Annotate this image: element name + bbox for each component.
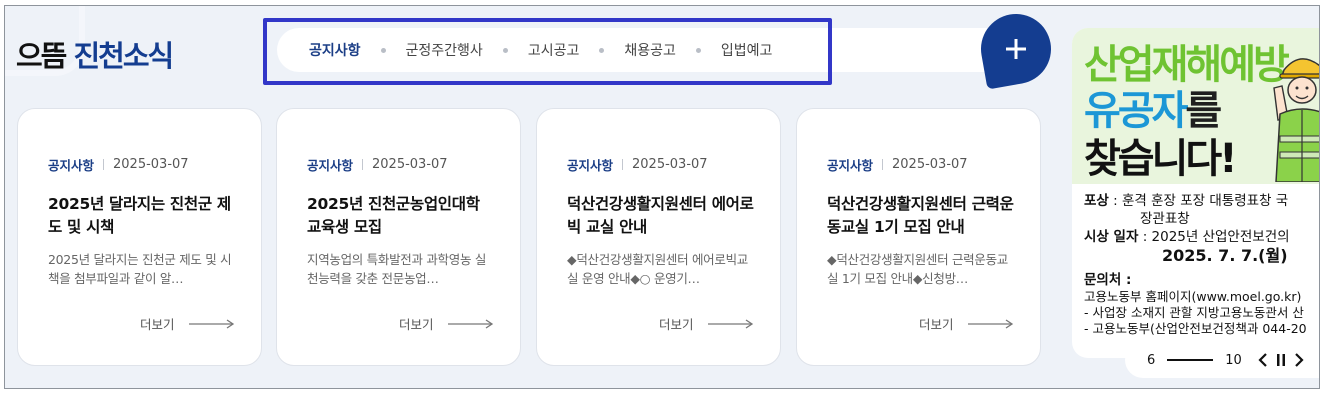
- banner-slider-controls: 6 10: [1125, 342, 1319, 378]
- ceremony-label: 시상 일자: [1084, 229, 1139, 245]
- more-label: 더보기: [399, 317, 434, 332]
- card-description: ◆덕산건강생활지원센터 근력운동교실 1기 모집 안내◆신청방…: [827, 252, 1008, 286]
- pause-icon: [1276, 354, 1285, 366]
- meta-divider: [622, 159, 624, 170]
- award-text-2: 장관표창: [1140, 211, 1190, 227]
- arrow-right-icon: [447, 318, 493, 329]
- card-more-link[interactable]: 더보기: [399, 314, 494, 333]
- card-title[interactable]: 2025년 진천군농업인대학 교육생 모집: [307, 193, 497, 239]
- card-date: 2025-03-07: [372, 157, 448, 172]
- ceremony-text: : 2025년 산업안전보건의: [1142, 229, 1290, 245]
- banner-headline-3: 찾습니다!: [1084, 136, 1237, 182]
- arrow-right-icon: [188, 318, 234, 329]
- arrow-right-icon: [707, 318, 753, 329]
- meta-divider: [103, 159, 105, 170]
- card-category: 공지사항: [567, 158, 614, 173]
- more-news-button[interactable]: [975, 8, 1057, 90]
- section-title-plain: 으뜸: [16, 39, 67, 73]
- worker-illustration-icon: [1273, 58, 1319, 182]
- section-title: 으뜸 진천소식: [16, 33, 174, 75]
- more-label: 더보기: [659, 317, 694, 332]
- contact-label: 문의처 :: [1084, 272, 1132, 288]
- more-label: 더보기: [140, 317, 175, 332]
- card-date: 2025-03-07: [113, 157, 189, 172]
- slide-progress-bar: [1167, 359, 1214, 361]
- card-description: 지역농업의 특화발전과 과학영농 실천능력을 갖춘 전문농업…: [307, 252, 487, 286]
- news-card[interactable]: 공지사항 2025-03-07 덕산건강생활지원센터 에어로빅 교실 안내 ◆덕…: [536, 108, 781, 366]
- contact-line-1: 고용노동부 홈페이지(www.moel.go.kr): [1084, 289, 1302, 304]
- prev-slide-button[interactable]: [1258, 353, 1268, 367]
- banner-headline-area: 산업재해예방 유공자를 찾습니다!: [1072, 28, 1319, 184]
- meta-divider: [882, 159, 884, 170]
- card-date: 2025-03-07: [892, 157, 968, 172]
- section-title-accent: 진천소식: [73, 39, 174, 73]
- chevron-left-icon: [1258, 353, 1267, 367]
- pause-slide-button[interactable]: [1276, 353, 1286, 367]
- tab-bar-highlight-box: [263, 18, 832, 85]
- meta-divider: [362, 159, 364, 170]
- plus-icon: [1006, 39, 1026, 59]
- ceremony-date: 2025. 7. 7.(월): [1162, 246, 1288, 265]
- news-card[interactable]: 공지사항 2025-03-07 2025년 달라지는 진천군 제도 및 시책 2…: [17, 108, 262, 366]
- card-category: 공지사항: [48, 158, 95, 173]
- card-title[interactable]: 덕산건강생활지원센터 에어로빅 교실 안내: [567, 193, 757, 239]
- chevron-right-icon: [1295, 353, 1304, 367]
- more-label: 더보기: [919, 317, 954, 332]
- card-meta: 공지사항 2025-03-07: [48, 155, 189, 174]
- card-meta: 공지사항 2025-03-07: [827, 155, 968, 174]
- news-card[interactable]: 공지사항 2025-03-07 2025년 진천군농업인대학 교육생 모집 지역…: [276, 108, 521, 366]
- card-meta: 공지사항 2025-03-07: [307, 155, 448, 174]
- card-description: 2025년 달라지는 진천군 제도 및 시책을 첨부파일과 같이 알…: [48, 252, 232, 286]
- card-category: 공지사항: [307, 158, 354, 173]
- card-category: 공지사항: [827, 158, 874, 173]
- news-section: 으뜸 진천소식 공지사항 군정주간행사 고시공고 채용공고 입법예고 공지사항 …: [4, 5, 1320, 389]
- slide-total: 10: [1225, 352, 1242, 368]
- card-more-link[interactable]: 더보기: [140, 314, 235, 333]
- slide-current: 6: [1147, 352, 1156, 368]
- card-more-link[interactable]: 더보기: [659, 314, 754, 333]
- award-text: : 훈격 훈장 포장 대통령표창 국: [1113, 193, 1289, 209]
- card-title[interactable]: 덕산건강생활지원센터 근력운동교실 1기 모집 안내: [827, 193, 1017, 239]
- card-meta: 공지사항 2025-03-07: [567, 155, 708, 174]
- banner-details: 포상 : 훈격 훈장 포장 대통령표창 국 장관표창 시상 일자 : 2025년…: [1084, 192, 1319, 337]
- news-card[interactable]: 공지사항 2025-03-07 덕산건강생활지원센터 근력운동교실 1기 모집 …: [796, 108, 1041, 366]
- next-slide-button[interactable]: [1294, 353, 1304, 367]
- contact-line-3: - 고용노동부(산업안전보건정책과 044-20: [1084, 321, 1307, 336]
- card-more-link[interactable]: 더보기: [919, 314, 1014, 333]
- award-label: 포상: [1084, 193, 1109, 209]
- arrow-right-icon: [967, 318, 1013, 329]
- promo-banner[interactable]: 산업재해예방 유공자를 찾습니다! 포상 : 훈격 훈장 포장 대통령표창 국 …: [1072, 28, 1319, 358]
- card-description: ◆덕산건강생활지원센터 에어로빅교실 운영 안내◆○ 운영기…: [567, 252, 748, 286]
- card-title[interactable]: 2025년 달라지는 진천군 제도 및 시책: [48, 193, 238, 239]
- contact-line-2: - 사업장 소재지 관할 지방고용노동관서 산: [1084, 305, 1304, 320]
- card-date: 2025-03-07: [632, 157, 708, 172]
